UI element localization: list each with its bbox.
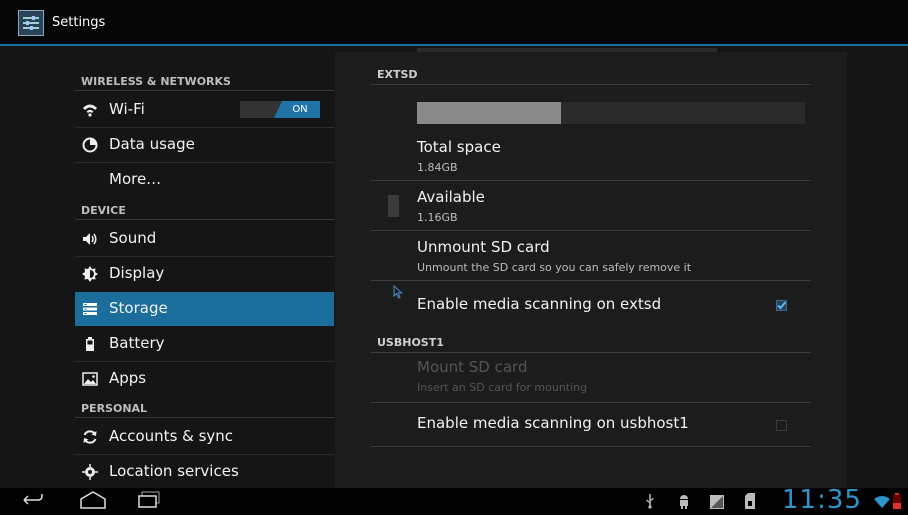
available-color-swatch	[388, 195, 399, 217]
back-icon[interactable]	[22, 492, 44, 512]
sidebar-item-battery[interactable]: Battery	[75, 327, 334, 361]
sidebar-item-apps[interactable]: Apps	[75, 362, 334, 396]
sidebar-item-label: Apps	[109, 369, 147, 387]
mount-sd-description: Insert an SD card for mounting	[417, 381, 588, 394]
sidebar-item-label: Sound	[109, 229, 157, 247]
scan-extsd-checkbox[interactable]	[776, 300, 787, 311]
settings-main: WIRELESS & NETWORKS Wi-Fi ON Data usage …	[0, 46, 908, 488]
sidebar-item-more[interactable]: More…	[75, 163, 334, 197]
sidebar-item-label: More…	[109, 170, 162, 188]
unmount-sd-description: Unmount the SD card so you can safely re…	[417, 261, 692, 274]
storage-panel: EXTSD Total space 1.84GB Available 1.16G…	[335, 48, 847, 488]
divider	[371, 280, 811, 281]
unmount-sd-label: Unmount SD card	[417, 238, 550, 256]
total-space-label: Total space	[417, 138, 501, 156]
sidebar-item-label: Data usage	[109, 135, 195, 153]
sidebar-item-storage[interactable]: Storage	[75, 292, 334, 326]
sound-icon	[82, 231, 98, 247]
section-header-personal: PERSONAL	[81, 402, 148, 415]
available-label: Available	[417, 188, 485, 206]
storage-usage-bar	[417, 102, 805, 124]
data-usage-icon	[82, 137, 98, 153]
battery-icon	[82, 336, 98, 352]
section-header-usbhost1: USBHOST1	[377, 336, 444, 349]
sidebar-item-wifi[interactable]: Wi-Fi ON	[75, 93, 334, 127]
location-icon	[82, 464, 98, 480]
sidebar-item-display[interactable]: Display	[75, 257, 334, 291]
system-navigation-bar: 11:35	[0, 485, 908, 515]
sidebar-item-label: Storage	[109, 299, 168, 317]
scan-extsd-label: Enable media scanning on extsd	[417, 295, 662, 313]
scrolled-text-fragment	[417, 48, 717, 52]
section-header-device: DEVICE	[81, 204, 126, 217]
divider	[371, 446, 811, 447]
section-divider	[75, 219, 334, 220]
screenshot-icon	[710, 494, 724, 513]
sidebar-item-sound[interactable]: Sound	[75, 222, 334, 256]
settings-sliders-icon[interactable]	[18, 10, 44, 36]
home-icon[interactable]	[80, 491, 106, 513]
section-header-extsd: EXTSD	[377, 68, 418, 81]
divider	[371, 230, 811, 231]
sidebar: WIRELESS & NETWORKS Wi-Fi ON Data usage …	[75, 46, 334, 488]
sidebar-item-label: Wi-Fi	[109, 100, 145, 118]
divider	[371, 180, 811, 181]
mount-sd-label: Mount SD card	[417, 358, 528, 376]
battery-low-icon	[893, 493, 901, 513]
sidebar-item-label: Battery	[109, 334, 165, 352]
storage-icon	[82, 301, 98, 317]
sidebar-item-label: Location services	[109, 462, 239, 480]
toggle-on-label: ON	[274, 101, 320, 118]
sidebar-item-label: Accounts & sync	[109, 427, 234, 445]
available-value: 1.16GB	[417, 211, 458, 224]
scan-usbhost1-label: Enable media scanning on usbhost1	[417, 414, 689, 432]
section-divider	[371, 352, 811, 353]
wifi-icon	[82, 102, 98, 118]
sidebar-item-accounts-sync[interactable]: Accounts & sync	[75, 420, 334, 454]
section-header-wireless: WIRELESS & NETWORKS	[81, 75, 231, 88]
wifi-signal-icon	[874, 494, 890, 513]
mouse-cursor-icon	[393, 284, 403, 303]
usb-icon	[645, 493, 655, 513]
display-icon	[82, 266, 98, 282]
sidebar-item-data-usage[interactable]: Data usage	[75, 128, 334, 162]
app-title: Settings	[52, 15, 106, 30]
section-divider	[75, 90, 334, 91]
scan-usbhost1-checkbox[interactable]	[776, 420, 787, 431]
sync-icon	[82, 429, 98, 445]
sd-card-icon	[745, 493, 755, 513]
section-divider	[75, 417, 334, 418]
action-bar: Settings	[0, 0, 908, 46]
sidebar-item-label: Display	[109, 264, 165, 282]
storage-usage-fill	[417, 102, 561, 124]
total-space-value: 1.84GB	[417, 161, 458, 174]
recent-apps-icon[interactable]	[137, 491, 161, 513]
status-clock: 11:35	[782, 485, 862, 515]
android-debug-icon	[678, 493, 690, 513]
apps-icon	[82, 371, 98, 387]
section-divider	[371, 84, 811, 85]
divider	[371, 402, 811, 403]
sidebar-item-location[interactable]: Location services	[75, 455, 334, 489]
wifi-toggle[interactable]: ON	[240, 101, 320, 118]
